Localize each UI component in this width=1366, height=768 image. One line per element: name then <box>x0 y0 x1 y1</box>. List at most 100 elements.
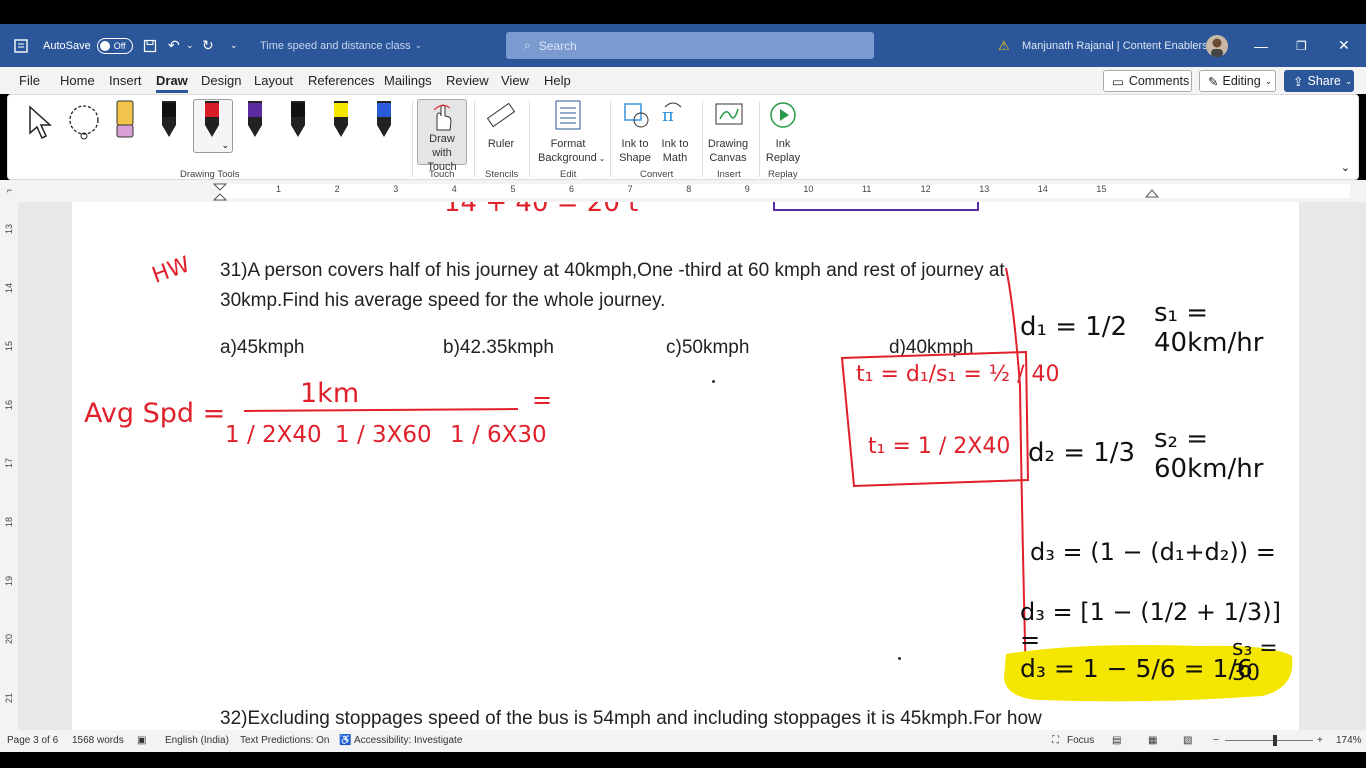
zoom-in-icon[interactable]: + <box>1317 735 1323 746</box>
pen-3-icon[interactable] <box>248 101 262 137</box>
editing-button[interactable]: ✎ Editing ⌄ <box>1199 70 1276 92</box>
tab-file[interactable]: File <box>19 73 40 88</box>
text-predictions[interactable]: Text Predictions: On <box>240 735 329 746</box>
undo-dropdown-icon[interactable]: ⌄ <box>186 24 194 67</box>
tab-layout[interactable]: Layout <box>254 73 293 88</box>
drawing-canvas-icon[interactable] <box>714 101 744 134</box>
minimize-icon[interactable]: — <box>1254 24 1268 67</box>
accessibility-status[interactable]: Accessibility: Investigate <box>354 735 462 746</box>
group-label-insert: Insert <box>717 169 741 180</box>
document-page[interactable]: 31)A person covers half of his journey a… <box>72 202 1299 730</box>
customize-qat-icon[interactable]: ⌄ <box>230 24 238 67</box>
zoom-level[interactable]: 174% <box>1336 735 1362 746</box>
screen: AutoSave Off ↶ ⌄ ↻ ⌄ Time speed and dist… <box>0 0 1366 768</box>
select-arrow-icon[interactable] <box>26 103 54 146</box>
ribbon-collapse-icon[interactable]: ⌄ <box>1341 161 1350 174</box>
tab-insert[interactable]: Insert <box>109 73 142 88</box>
format-background-icon[interactable] <box>554 100 582 135</box>
ink-numerator: 1km <box>300 378 360 409</box>
group-label-convert: Convert <box>640 169 674 180</box>
zoom-slider-thumb[interactable] <box>1273 735 1277 746</box>
restore-icon[interactable]: ❐ <box>1296 24 1307 67</box>
eraser-icon[interactable] <box>114 99 136 146</box>
proofing-icon[interactable]: ▣ <box>137 735 146 746</box>
tab-design[interactable]: Design <box>201 73 241 88</box>
ink-top-box-edge <box>773 202 979 211</box>
tab-help[interactable]: Help <box>544 73 571 88</box>
ink-replay-button[interactable]: Ink Replay <box>762 137 804 165</box>
save-icon[interactable] <box>143 24 157 67</box>
question-31-line-1: 31)A person covers half of his journey a… <box>220 260 1005 281</box>
share-chevron-icon: ⌄ <box>1344 75 1353 86</box>
comments-button[interactable]: ▭ Comments <box>1103 70 1192 92</box>
vertical-ruler-number: 18 <box>4 516 15 528</box>
ink-t1-value: t₁ = 1 / 2X40 <box>868 434 1011 459</box>
tab-stop-icon[interactable]: ⌐ <box>7 185 12 195</box>
ruler-number: 7 <box>627 184 633 194</box>
draw-with-touch-label: Draw with Touch <box>427 133 457 173</box>
selected-pen-frame[interactable]: ⌄ <box>193 99 233 153</box>
ink-d3-result: d₃ = 1 − 5/6 = 1/6 <box>1020 654 1253 683</box>
pen-4-icon[interactable] <box>291 101 305 137</box>
print-layout-icon[interactable]: ▦ <box>1148 735 1157 746</box>
format-background-button[interactable]: Format Background ⌄ <box>538 137 605 166</box>
ruler-icon[interactable] <box>486 101 516 134</box>
pen-1-icon[interactable] <box>162 101 176 137</box>
read-mode-icon[interactable]: ▤ <box>1112 735 1121 746</box>
vertical-ruler-number: 16 <box>4 399 15 410</box>
ink-to-math-button[interactable]: Ink to Math <box>656 137 694 165</box>
tab-view[interactable]: View <box>501 73 529 88</box>
right-indent-marker-icon[interactable] <box>1145 188 1159 198</box>
ink-dot <box>898 657 901 660</box>
focus-mode[interactable]: Focus <box>1067 735 1094 746</box>
document-title[interactable]: Time speed and distance class ⌄ <box>260 24 422 67</box>
draw-with-touch-button[interactable]: Draw with Touch <box>417 99 467 173</box>
undo-icon[interactable]: ↶ <box>168 24 180 67</box>
tab-draw[interactable]: Draw <box>156 73 188 93</box>
indent-marker-icon[interactable] <box>213 183 227 203</box>
web-layout-icon[interactable]: ▧ <box>1183 735 1192 746</box>
ruler-button[interactable]: Ruler <box>484 137 518 151</box>
zoom-slider[interactable] <box>1225 740 1313 741</box>
tab-review[interactable]: Review <box>446 73 489 88</box>
tab-home[interactable]: Home <box>60 73 95 88</box>
tab-mailings[interactable]: Mailings <box>384 73 432 88</box>
word-count[interactable]: 1568 words <box>72 735 124 746</box>
zoom-out-icon[interactable]: − <box>1213 735 1219 746</box>
autosave-toggle[interactable]: Off <box>96 37 133 54</box>
pen-dropdown-icon[interactable]: ⌄ <box>221 140 229 151</box>
ink-fraction-1: 1 / 2X40 <box>225 422 322 448</box>
close-icon[interactable]: ✕ <box>1338 24 1350 67</box>
page-count[interactable]: Page 3 of 6 <box>7 735 58 746</box>
ink-dot <box>712 380 715 383</box>
lasso-select-icon[interactable] <box>66 103 102 146</box>
menu-bar: File Home Insert Draw Design Layout Refe… <box>0 67 1366 94</box>
ink-to-math-icon[interactable]: π <box>659 101 687 134</box>
pen-5-icon[interactable] <box>334 101 348 137</box>
group-label-edit: Edit <box>560 169 577 180</box>
tab-references[interactable]: References <box>308 73 374 88</box>
vertical-ruler-number: 13 <box>4 223 15 235</box>
ink-to-shape-icon[interactable] <box>622 101 650 134</box>
share-button[interactable]: ⇪ Share ⌄ <box>1284 70 1354 92</box>
horizontal-ruler[interactable] <box>220 184 1350 198</box>
vertical-ruler-number: 20 <box>4 634 15 645</box>
language[interactable]: English (India) <box>165 735 229 746</box>
drawing-canvas-button[interactable]: Drawing Canvas <box>705 137 751 165</box>
ruler-number: 13 <box>979 184 990 194</box>
ink-top-cut: 14 + 40 = 20 t <box>444 202 639 218</box>
search-input[interactable]: ⌕ Search <box>506 32 874 59</box>
ink-s2: s₂ = 60km/hr <box>1154 424 1264 484</box>
pen-6-icon[interactable] <box>377 101 391 137</box>
ink-replay-icon[interactable] <box>768 100 798 135</box>
avatar[interactable] <box>1205 24 1229 67</box>
ruler-number: 8 <box>686 184 692 194</box>
ruler-number: 15 <box>1096 184 1107 194</box>
redo-icon[interactable]: ↻ <box>202 24 214 67</box>
ink-d2: d₂ = 1/3 <box>1028 438 1136 468</box>
ink-to-shape-button[interactable]: Ink to Shape <box>616 137 654 165</box>
user-name: Manjunath Rajanal | Content Enablers <box>1022 39 1208 52</box>
draw-ribbon: ⌄ Drawing Tools Draw with Touch Touch Ru… <box>7 94 1359 180</box>
pen-gallery <box>162 101 391 137</box>
ink-avg-speed: Avg Spd = <box>84 398 226 429</box>
